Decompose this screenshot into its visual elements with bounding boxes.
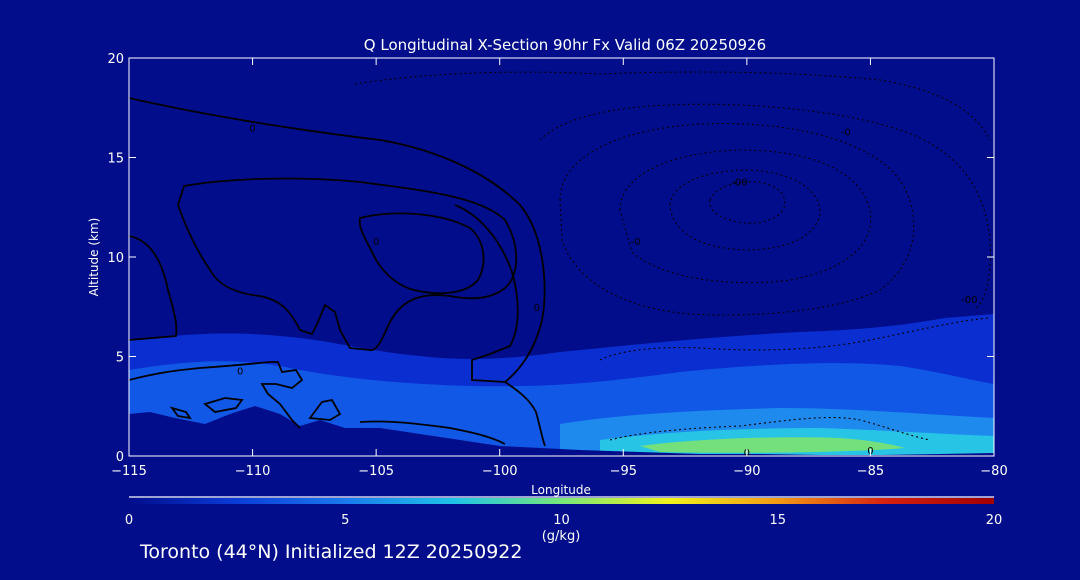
colorbar-tick-label: 0 bbox=[125, 513, 133, 528]
y-axis-label: Altitude (km) bbox=[87, 218, 101, 297]
chart-figure: Q Longitudinal X-Section 90hr Fx Valid 0… bbox=[0, 0, 1080, 576]
colorbar-tick-label: 5 bbox=[341, 513, 349, 528]
y-tick-label: 15 bbox=[107, 152, 124, 167]
colorbar-tick-label: 20 bbox=[986, 513, 1003, 528]
contour-label: -00 bbox=[731, 177, 747, 188]
x-tick-label: −95 bbox=[610, 464, 637, 479]
colorbar-tick-label: 10 bbox=[553, 513, 570, 528]
contour-line bbox=[177, 177, 518, 352]
x-tick-label: −105 bbox=[358, 464, 394, 479]
colorbar-tick-label: 15 bbox=[769, 513, 786, 528]
contour-line bbox=[559, 122, 915, 316]
x-tick-label: −110 bbox=[235, 464, 271, 479]
contour-line bbox=[539, 103, 991, 311]
contour-label: 0 bbox=[534, 303, 540, 314]
contour-line bbox=[129, 235, 178, 341]
y-tick-label: 5 bbox=[116, 351, 124, 366]
contour-label: -0 bbox=[841, 128, 851, 139]
chart-svg: Q Longitudinal X-Section 90hr Fx Valid 0… bbox=[87, 36, 1008, 544]
contour-line bbox=[358, 212, 485, 295]
footer-text: Toronto (44°N) Initialized 12Z 20250922 bbox=[140, 541, 523, 563]
colorbar-label: (g/kg) bbox=[542, 529, 581, 544]
chart-title: Q Longitudinal X-Section 90hr Fx Valid 0… bbox=[364, 36, 766, 54]
x-axis-label: Longitude bbox=[531, 483, 591, 497]
contour-line bbox=[354, 71, 991, 141]
y-tick-label: 10 bbox=[107, 251, 124, 266]
moisture-field: 000000-0-0-00-00 bbox=[129, 71, 994, 456]
y-tick-label: 20 bbox=[107, 52, 124, 67]
x-tick-label: −85 bbox=[857, 464, 884, 479]
x-tick-label: −100 bbox=[482, 464, 518, 479]
colorbar-gradient bbox=[129, 498, 994, 504]
x-tick-label: −90 bbox=[733, 464, 760, 479]
y-tick-label: 0 bbox=[116, 450, 124, 465]
contour-label: 0 bbox=[237, 366, 243, 377]
contour-label: -0 bbox=[631, 237, 641, 248]
colorbar: 0 5 10 15 20 bbox=[125, 496, 1003, 528]
contour-label: -00 bbox=[961, 295, 977, 306]
contour-label: 0 bbox=[373, 237, 379, 248]
x-tick-label: −115 bbox=[111, 464, 147, 479]
contour-line bbox=[619, 149, 872, 284]
x-tick-label: −80 bbox=[980, 464, 1007, 479]
contour-label: 0 bbox=[249, 124, 255, 135]
